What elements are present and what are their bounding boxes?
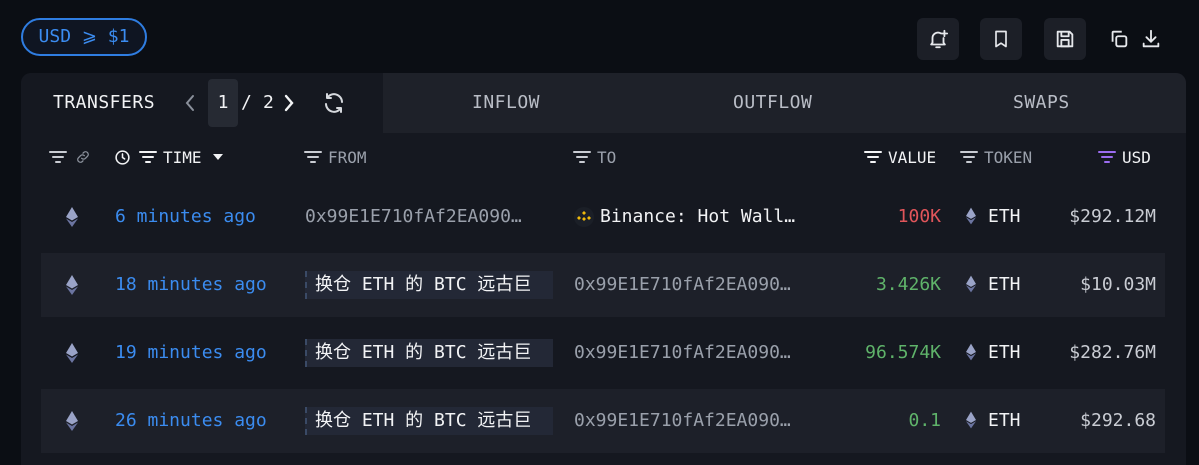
ethereum-icon xyxy=(966,343,976,361)
bookmark-icon xyxy=(995,30,1007,48)
table-header: TIME FROM TO VALUE TOKEN USD xyxy=(21,133,1186,181)
caret-down-icon xyxy=(212,154,223,160)
copy-button[interactable] xyxy=(1104,18,1134,60)
bookmark-button[interactable] xyxy=(980,18,1022,60)
row-to[interactable]: 0x99E1E710fAf2EA090… xyxy=(574,321,822,385)
page-current: 1 xyxy=(217,92,229,113)
tab-swaps[interactable]: SWAPS xyxy=(1013,73,1070,133)
add-alert-button[interactable] xyxy=(917,18,959,60)
row-time[interactable]: 26 minutes ago xyxy=(115,389,267,453)
header-to-label: TO xyxy=(597,147,617,167)
filter-icon xyxy=(139,151,157,163)
header-value-label: VALUE xyxy=(888,147,937,167)
filter-active-icon xyxy=(1098,151,1116,163)
ethereum-icon xyxy=(966,411,976,429)
tab-outflow[interactable]: OUTFLOW xyxy=(733,73,812,133)
row-usd: $282.76M xyxy=(1069,342,1156,363)
row-from[interactable]: 0x99E1E710fAf2EA090… xyxy=(305,185,553,249)
row-from[interactable]: 换仓 ETH 的 BTC 远古巨 xyxy=(305,407,553,435)
filter-icon xyxy=(304,151,322,163)
header-to[interactable]: TO xyxy=(573,133,616,181)
filter-icon xyxy=(960,151,978,163)
ethereum-icon xyxy=(66,343,78,363)
download-icon xyxy=(1142,29,1160,48)
row-time[interactable]: 18 minutes ago xyxy=(115,253,267,317)
table-row[interactable]: 26 minutes ago 换仓 ETH 的 BTC 远古巨 0x99E1E7… xyxy=(41,389,1165,453)
tab-inflow[interactable]: INFLOW xyxy=(472,73,540,133)
tab-bar: TRANSFERS 1 / 2 INFLOW OUTFLOW SWAPS xyxy=(21,73,1186,133)
table-row[interactable]: 18 minutes ago 换仓 ETH 的 BTC 远古巨 0x99E1E7… xyxy=(41,253,1165,317)
tab-transfers-label: TRANSFERS xyxy=(53,92,156,113)
bell-plus-icon xyxy=(930,29,949,49)
ethereum-icon xyxy=(66,275,78,295)
copy-icon xyxy=(1111,30,1128,48)
chevron-left-icon[interactable] xyxy=(184,93,196,113)
table-row[interactable]: 6 minutes ago 0x99E1E710fAf2EA090… Binan… xyxy=(41,185,1165,249)
row-from[interactable]: 换仓 ETH 的 BTC 远古巨 xyxy=(305,271,553,299)
row-usd: $292.68 xyxy=(1080,410,1156,431)
row-time[interactable]: 6 minutes ago xyxy=(115,185,256,249)
filter-icon xyxy=(864,151,882,163)
ethereum-icon xyxy=(66,207,78,227)
page-total: 2 xyxy=(263,92,274,113)
header-time-label: TIME xyxy=(163,147,202,167)
tab-transfers[interactable]: TRANSFERS 1 / 2 xyxy=(21,73,383,133)
download-button[interactable] xyxy=(1136,18,1166,60)
filter-icon xyxy=(49,151,67,163)
row-to[interactable]: 0x99E1E710fAf2EA090… xyxy=(574,389,822,453)
row-value: 0.1 xyxy=(908,410,941,431)
save-icon xyxy=(1056,30,1074,48)
header-chain-filter[interactable] xyxy=(49,133,91,181)
refresh-icon[interactable] xyxy=(322,91,346,115)
header-token-label: TOKEN xyxy=(984,147,1033,167)
page-separator: / xyxy=(241,92,252,113)
transfers-panel: TRANSFERS 1 / 2 INFLOW OUTFLOW SWAPS TIM… xyxy=(21,73,1186,465)
row-value: 100K xyxy=(897,206,941,227)
row-from[interactable]: 换仓 ETH 的 BTC 远古巨 xyxy=(305,339,553,367)
header-time[interactable]: TIME xyxy=(114,133,224,181)
filter-icon xyxy=(573,151,591,163)
clock-icon xyxy=(115,149,130,165)
header-usd-label: USD xyxy=(1122,147,1151,167)
header-token[interactable]: TOKEN xyxy=(960,133,1032,181)
row-to[interactable]: 0x99E1E710fAf2EA090… xyxy=(574,253,822,317)
ethereum-icon xyxy=(966,207,976,225)
ethereum-icon xyxy=(966,275,976,293)
ethereum-icon xyxy=(66,411,78,431)
row-value: 3.426K xyxy=(875,274,941,295)
top-bar: USD ⩾ $1 xyxy=(0,0,1199,74)
header-from[interactable]: FROM xyxy=(304,133,367,181)
row-to-label: Binance: Hot Wall… xyxy=(600,206,796,227)
row-to[interactable]: Binance: Hot Wall… xyxy=(574,185,795,249)
table-row[interactable]: 19 minutes ago 换仓 ETH 的 BTC 远古巨 0x99E1E7… xyxy=(41,321,1165,385)
save-button[interactable] xyxy=(1044,18,1086,60)
row-time[interactable]: 19 minutes ago xyxy=(115,321,267,385)
header-value[interactable]: VALUE xyxy=(864,133,936,181)
header-from-label: FROM xyxy=(328,147,367,167)
usd-filter-button[interactable]: USD ⩾ $1 xyxy=(21,18,147,56)
header-usd[interactable]: USD xyxy=(1098,133,1151,181)
row-usd: $10.03M xyxy=(1080,274,1156,295)
binance-icon xyxy=(574,207,594,227)
row-value: 96.574K xyxy=(865,342,941,363)
link-icon xyxy=(77,151,89,163)
chevron-right-icon[interactable] xyxy=(283,93,295,113)
row-usd: $292.12M xyxy=(1069,206,1156,227)
